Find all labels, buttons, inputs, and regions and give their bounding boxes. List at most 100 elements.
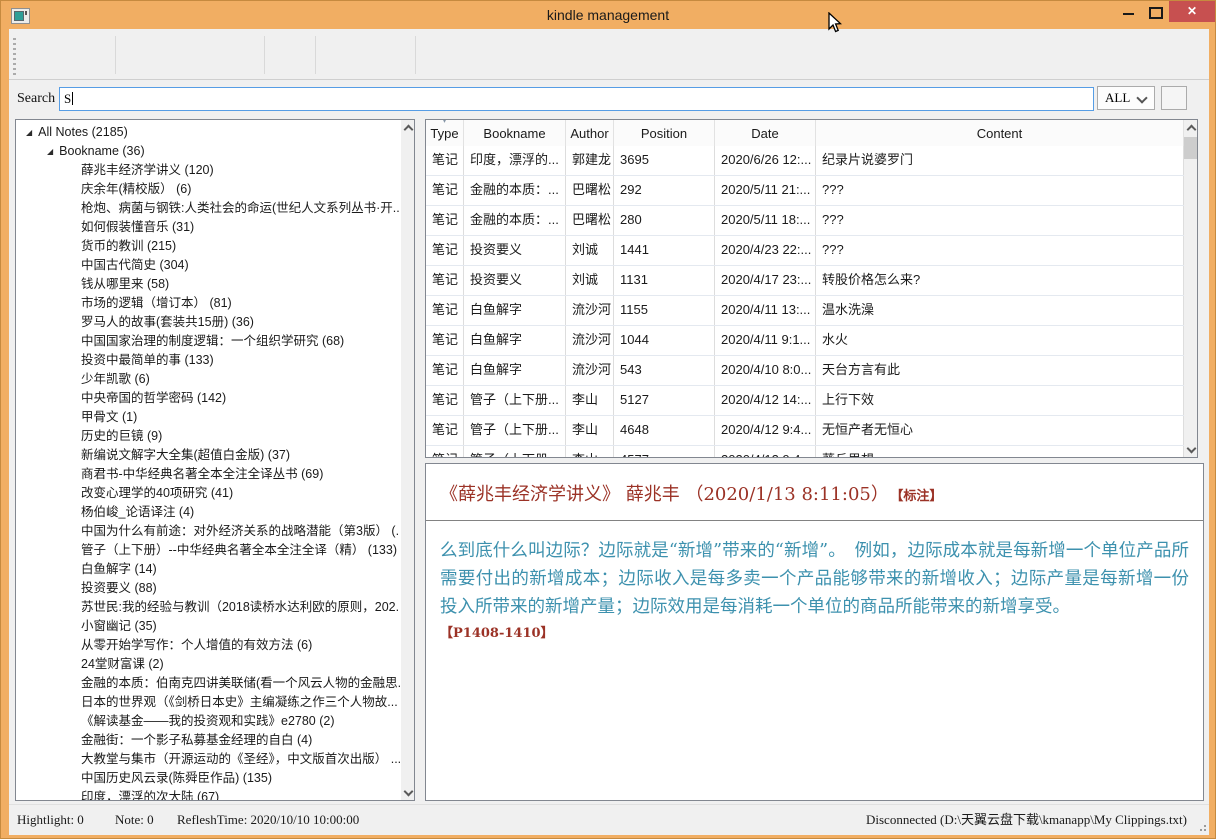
tree-item[interactable]: ◢ Bookname (36) <box>16 142 400 161</box>
table-row[interactable]: 笔记投资要义刘诚14412020/4/23 22:...??? <box>426 236 1184 266</box>
column-header-type[interactable]: Type▾ <box>426 120 464 146</box>
tree-item[interactable]: 中国古代简史 (304) <box>16 256 400 275</box>
table-cell: 李山 <box>566 386 614 415</box>
scroll-up-icon[interactable] <box>401 120 414 135</box>
note-type-badge: 【标注】 <box>897 489 943 504</box>
tree-item-label: 《解读基金——我的投资观和实践》e2780 (2) <box>81 714 335 728</box>
app-window: kindle management ✕ Search S ALL ◢All No… <box>0 0 1216 839</box>
table-cell: 笔记 <box>426 206 464 235</box>
table-cell: 笔记 <box>426 326 464 355</box>
tree-item[interactable]: 日本的世界观（《剑桥日本史》主编凝练之作三个人物故... <box>16 693 400 712</box>
table-cell: 1131 <box>614 266 715 295</box>
tree-item[interactable]: 货币的教训 (215) <box>16 237 400 256</box>
tree-item-label: 少年凯歌 (6) <box>81 372 150 386</box>
tree-item[interactable]: 如何假装懂音乐 (31) <box>16 218 400 237</box>
table-cell: 2020/4/23 22:... <box>715 236 816 265</box>
table-row[interactable]: 笔记印度，漂浮的...郭建龙36952020/6/26 12:...纪录片说婆罗… <box>426 146 1184 176</box>
tree-item-label: Bookname (36) <box>59 144 144 158</box>
scrollbar-thumb[interactable] <box>1184 137 1197 159</box>
note-page-ref: 【P1408-1410】 <box>440 622 1189 641</box>
maximize-button[interactable] <box>1141 1 1170 22</box>
scroll-down-icon[interactable] <box>1184 442 1197 457</box>
tree-item[interactable]: 少年凯歌 (6) <box>16 370 400 389</box>
scroll-down-icon[interactable] <box>401 785 414 800</box>
tree-item[interactable]: 甲骨文 (1) <box>16 408 400 427</box>
search-input[interactable]: S <box>59 87 1094 111</box>
table-cell: 543 <box>614 356 715 385</box>
tree-item[interactable]: ◢All Notes (2185) <box>16 123 400 142</box>
table-cell: 笔记 <box>426 146 464 175</box>
tree-item[interactable]: 《解读基金——我的投资观和实践》e2780 (2) <box>16 712 400 731</box>
filter-dropdown[interactable]: ALL <box>1097 86 1155 110</box>
tree-item[interactable]: 24堂财富课 (2) <box>16 655 400 674</box>
table-cell: 2020/4/12 9:4... <box>715 416 816 445</box>
table-row[interactable]: 笔记白鱼解字流沙河5432020/4/10 8:0...天台方言有此 <box>426 356 1184 386</box>
table-cell: 金融的本质：... <box>464 176 566 205</box>
table-cell: 纪录片说婆罗门 <box>816 146 1184 175</box>
table-scrollbar[interactable] <box>1184 120 1197 457</box>
table-cell: 2020/4/12 14:... <box>715 386 816 415</box>
tree-expander-icon[interactable]: ◢ <box>47 142 53 161</box>
tree-item[interactable]: 金融的本质：伯南克四讲美联储(看一个风云人物的金融思... <box>16 674 400 693</box>
tree-item[interactable]: 商君书-中华经典名著全本全注全译丛书 (69) <box>16 465 400 484</box>
tree-item[interactable]: 历史的巨镜 (9) <box>16 427 400 446</box>
table-cell: 李山 <box>566 416 614 445</box>
minimize-button[interactable] <box>1114 1 1143 22</box>
tree-item[interactable]: 枪炮、病菌与钢铁:人类社会的命运(世纪人文系列丛书·开... <box>16 199 400 218</box>
note-detail-header: 《薛兆丰经济学讲义》 薛兆丰 （2020/1/13 8:11:05）【标注】 <box>440 480 1189 506</box>
tree-item[interactable]: 金融街：一个影子私募基金经理的自白 (4) <box>16 731 400 750</box>
table-row[interactable]: 笔记管子（上下册...李山45772020/4/12 9:4...葵丘思想 <box>426 446 1184 457</box>
search-bar: Search S ALL <box>9 80 1209 118</box>
tree-item[interactable]: 中国为什么有前途：对外经济关系的战略潜能（第3版） (... <box>16 522 400 541</box>
tree-item[interactable]: 小窗幽记 (35) <box>16 617 400 636</box>
table-cell: 投资要义 <box>464 236 566 265</box>
search-button[interactable] <box>1161 86 1187 110</box>
column-header-date[interactable]: Date <box>715 120 816 146</box>
resize-grip[interactable] <box>1197 822 1206 831</box>
column-header-author[interactable]: Author <box>566 120 614 146</box>
table-row[interactable]: 笔记白鱼解字流沙河10442020/4/11 9:1...水火 <box>426 326 1184 356</box>
column-header-content[interactable]: Content <box>816 120 1184 146</box>
tree-item-label: 中央帝国的哲学密码 (142) <box>81 391 226 405</box>
toolbar-grip[interactable] <box>13 38 16 76</box>
tree-item[interactable]: 罗马人的故事(套装共15册) (36) <box>16 313 400 332</box>
tree-item[interactable]: 白鱼解字 (14) <box>16 560 400 579</box>
tree-item-label: 薛兆丰经济学讲义 (120) <box>81 163 214 177</box>
tree-item[interactable]: 中国国家治理的制度逻辑：一个组织学研究 (68) <box>16 332 400 351</box>
close-button[interactable]: ✕ <box>1169 1 1215 22</box>
tree-item[interactable]: 改变心理学的40项研究 (41) <box>16 484 400 503</box>
tree-item-label: 金融的本质：伯南克四讲美联储(看一个风云人物的金融思... <box>81 676 400 690</box>
table-row[interactable]: 笔记投资要义刘诚11312020/4/17 23:...转股价格怎么来? <box>426 266 1184 296</box>
tree-item[interactable]: 从零开始学写作：个人增值的有效方法 (6) <box>16 636 400 655</box>
table-row[interactable]: 笔记金融的本质：...巴曙松2802020/5/11 18:...??? <box>426 206 1184 236</box>
tree-item[interactable]: 中国历史风云录(陈舜臣作品) (135) <box>16 769 400 788</box>
titlebar[interactable]: kindle management ✕ <box>1 1 1215 29</box>
tree-item[interactable]: 投资中最简单的事 (133) <box>16 351 400 370</box>
tree-item[interactable]: 钱从哪里来 (58) <box>16 275 400 294</box>
column-header-label: Author <box>570 126 608 141</box>
tree-item[interactable]: 薛兆丰经济学讲义 (120) <box>16 161 400 180</box>
tree-item[interactable]: 管子（上下册）--中华经典名著全本全注全译（精） (133) <box>16 541 400 560</box>
tree-item[interactable]: 中央帝国的哲学密码 (142) <box>16 389 400 408</box>
column-header-position[interactable]: Position <box>614 120 715 146</box>
tree-item[interactable]: 投资要义 (88) <box>16 579 400 598</box>
tree-item[interactable]: 苏世民:我的经验与教训（2018读桥水达利欧的原则，202... <box>16 598 400 617</box>
column-header-bookname[interactable]: Bookname <box>464 120 566 146</box>
table-cell: 管子（上下册... <box>464 416 566 445</box>
table-cell: 管子（上下册... <box>464 386 566 415</box>
table-cell: 投资要义 <box>464 266 566 295</box>
table-row[interactable]: 笔记白鱼解字流沙河11552020/4/11 13:...温水洗澡 <box>426 296 1184 326</box>
tree-item[interactable]: 大教堂与集市（开源运动的《圣经》，中文版首次出版） ... <box>16 750 400 769</box>
table-row[interactable]: 笔记金融的本质：...巴曙松2922020/5/11 21:...??? <box>426 176 1184 206</box>
table-row[interactable]: 笔记管子（上下册...李山46482020/4/12 9:4...无恒产者无恒心 <box>426 416 1184 446</box>
tree-item-label: 货币的教训 (215) <box>81 239 176 253</box>
table-row[interactable]: 笔记管子（上下册...李山51272020/4/12 14:...上行下效 <box>426 386 1184 416</box>
tree-item[interactable]: 印度，漂浮的次大陆 (67) <box>16 788 400 800</box>
scroll-up-icon[interactable] <box>1184 120 1197 135</box>
tree-scrollbar[interactable] <box>401 120 414 800</box>
tree-item[interactable]: 庆余年(精校版） (6) <box>16 180 400 199</box>
tree-item[interactable]: 市场的逻辑（增订本） (81) <box>16 294 400 313</box>
tree-item[interactable]: 杨伯峻_论语译注 (4) <box>16 503 400 522</box>
tree-expander-icon[interactable]: ◢ <box>26 123 32 142</box>
tree-item[interactable]: 新编说文解字大全集(超值白金版) (37) <box>16 446 400 465</box>
